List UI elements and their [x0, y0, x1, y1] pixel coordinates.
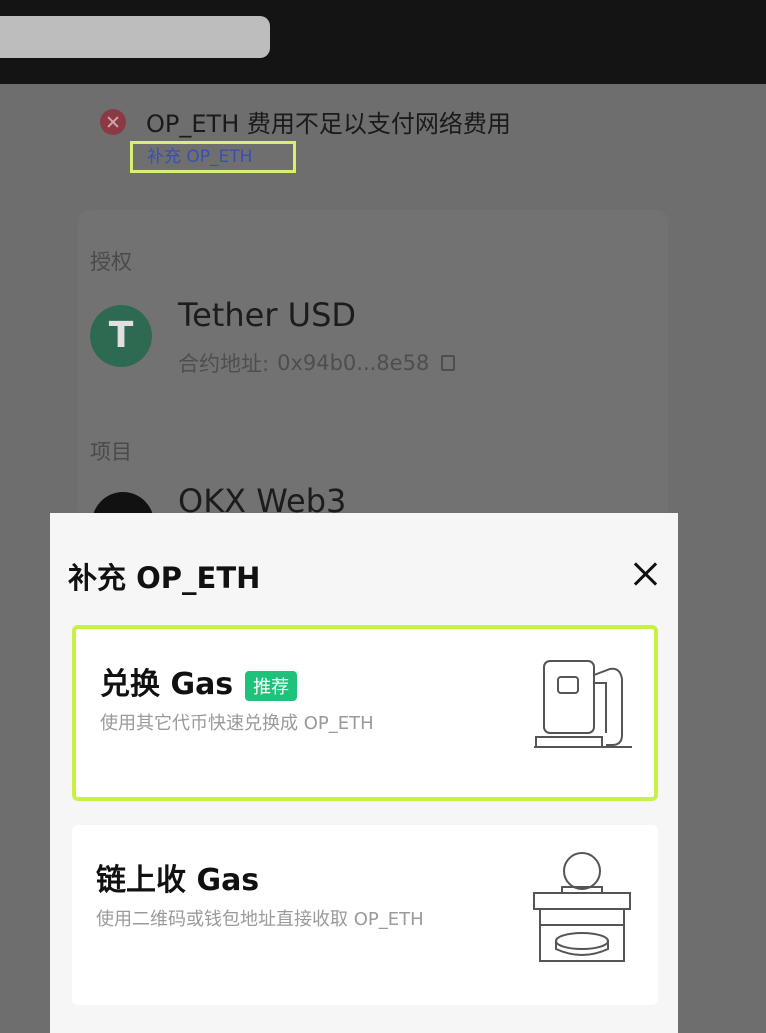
option-swap-gas[interactable]: 兑换 Gas 推荐 使用其它代币快速兑换成 OP_ETH — [72, 625, 658, 801]
project-label: 项目 — [90, 440, 132, 464]
coin-deposit-icon — [533, 852, 631, 962]
option-title: 兑换 Gas 推荐 — [100, 659, 298, 703]
recommended-badge: 推荐 — [245, 670, 298, 701]
address-bar[interactable] — [0, 16, 270, 58]
gas-pump-icon — [534, 660, 632, 748]
error-icon — [100, 108, 126, 135]
error-row: OP_ETH 费用不足以支付网络费用 — [100, 104, 511, 139]
tether-logo-glyph: T — [108, 315, 134, 356]
option-description: 使用其它代币快速兑换成 OP_ETH — [100, 713, 374, 734]
option-title-text: 兑换 Gas — [100, 667, 234, 702]
sheet-title: 补充 OP_ETH — [68, 561, 261, 595]
contract-address: 0x94b0...8e58 — [277, 351, 430, 375]
option-description: 使用二维码或钱包地址直接收取 OP_ETH — [96, 909, 424, 930]
copy-icon[interactable] — [441, 355, 456, 371]
error-message: OP_ETH 费用不足以支付网络费用 — [146, 110, 511, 138]
option-receive-gas[interactable]: 链上收 Gas 使用二维码或钱包地址直接收取 OP_ETH — [72, 825, 658, 1005]
contract-address-row: 合约地址: 0x94b0...8e58 — [178, 348, 456, 378]
replenish-link[interactable]: 补充 OP_ETH — [130, 141, 296, 173]
option-title-text: 链上收 Gas — [96, 863, 260, 898]
bottom-sheet: 补充 OP_ETH 兑换 Gas 推荐 使用其它代币快速兑换成 OP_ETH 链上… — [50, 513, 678, 1033]
top-bar — [0, 0, 766, 84]
token-name: Tether USD — [178, 296, 357, 334]
close-icon[interactable] — [628, 557, 662, 591]
authorization-label: 授权 — [90, 250, 132, 274]
address-label: 合约地址: — [178, 352, 270, 376]
